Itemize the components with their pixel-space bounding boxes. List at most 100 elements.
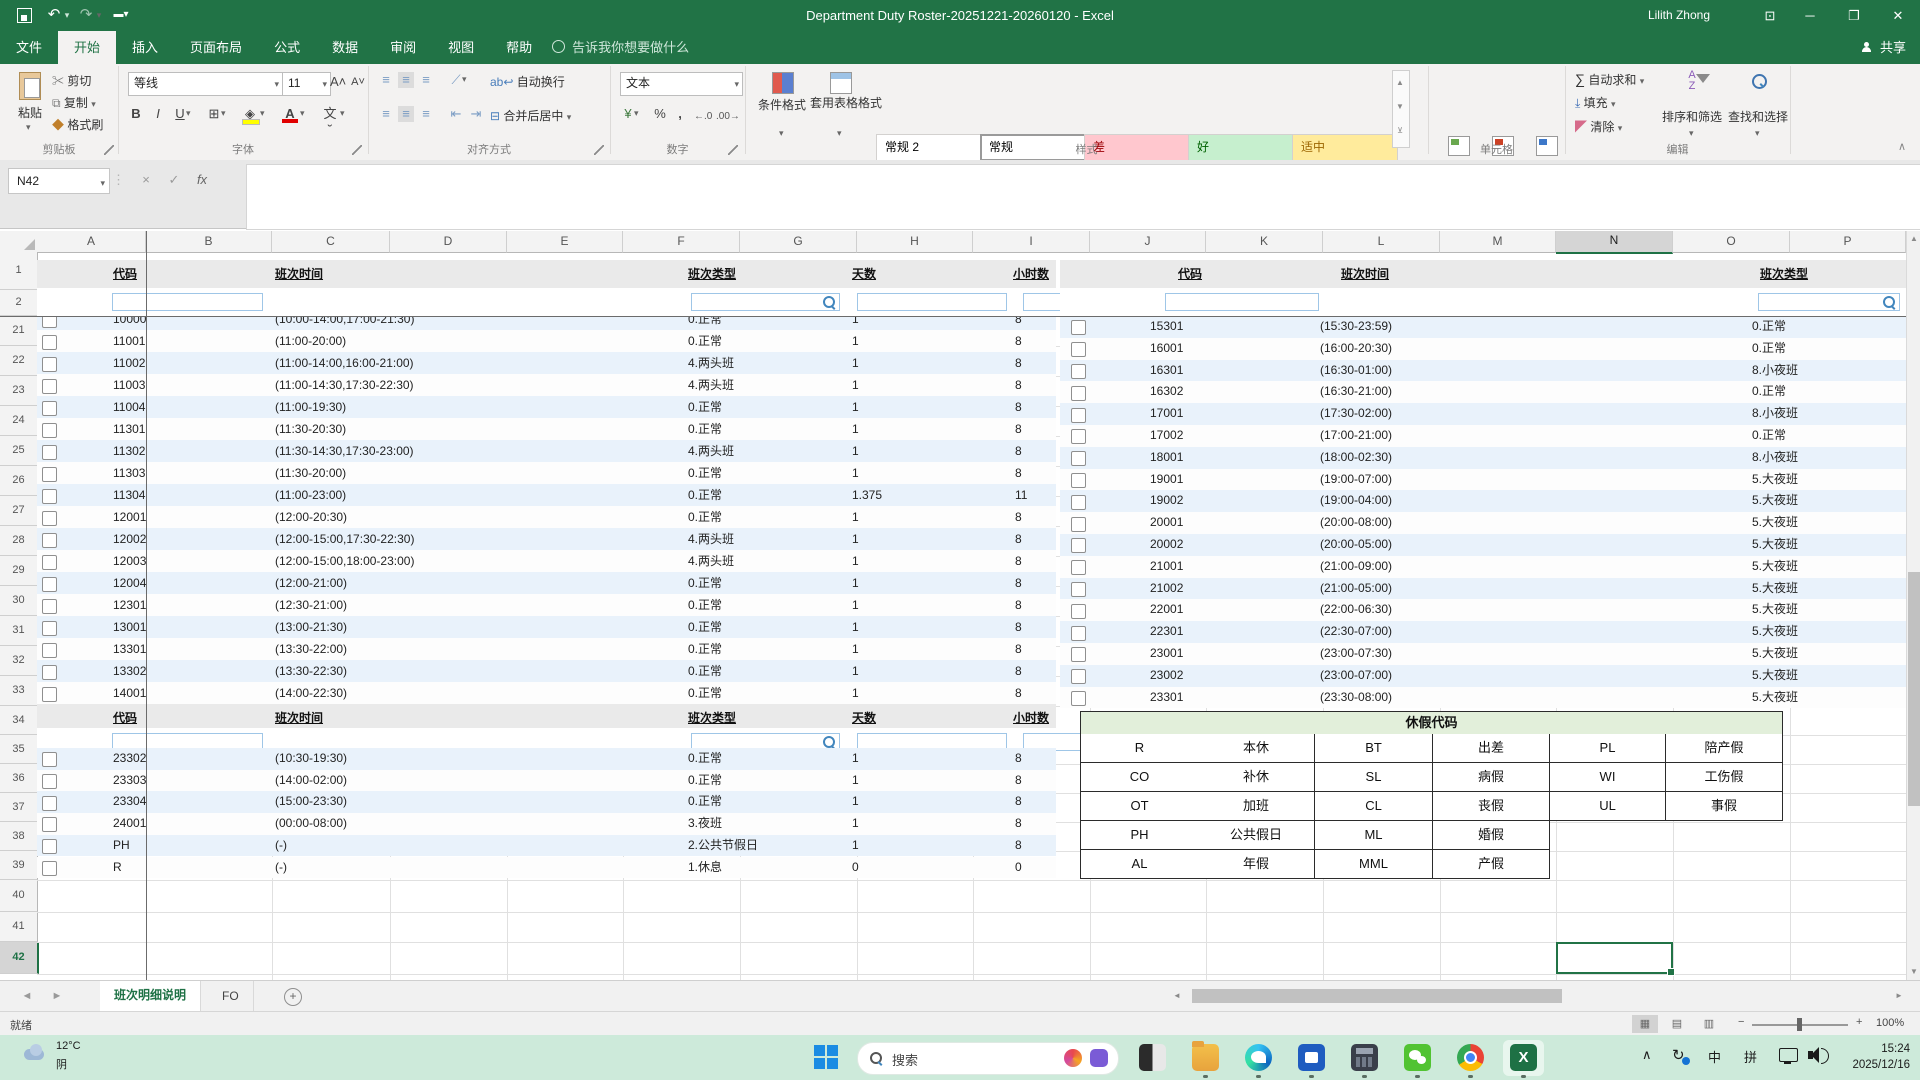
- row-header-1[interactable]: 1: [0, 252, 38, 290]
- column-header-H[interactable]: H: [857, 231, 973, 253]
- column-header-G[interactable]: G: [740, 231, 857, 253]
- row-checkbox[interactable]: [1071, 364, 1086, 379]
- row-checkbox[interactable]: [42, 423, 57, 438]
- tab-公式[interactable]: 公式: [258, 31, 316, 64]
- tell-me-box[interactable]: 告诉我你想要做什么: [548, 31, 689, 64]
- row-checkbox[interactable]: [42, 621, 57, 636]
- increase-decimal-icon[interactable]: ←.0: [694, 107, 712, 126]
- horizontal-scrollbar[interactable]: ◄ ►: [1170, 987, 1906, 1005]
- tab-页面布局[interactable]: 页面布局: [174, 31, 258, 64]
- row-checkbox[interactable]: [42, 511, 57, 526]
- font-name-select[interactable]: 等线▾: [128, 72, 283, 96]
- row-header-41[interactable]: 41: [0, 912, 38, 942]
- row-header-31[interactable]: 31: [0, 616, 38, 646]
- font-size-select[interactable]: 11▾: [282, 72, 331, 96]
- weather-condition[interactable]: 阴: [56, 1056, 67, 1072]
- column-header-P[interactable]: P: [1790, 231, 1906, 253]
- filter-input[interactable]: [691, 293, 840, 311]
- paste-button[interactable]: 粘贴 ▾: [8, 70, 52, 144]
- column-header-N[interactable]: N: [1556, 231, 1673, 254]
- fill-handle[interactable]: [1667, 968, 1675, 976]
- column-header-E[interactable]: E: [507, 231, 623, 253]
- weather-temp[interactable]: 12°C: [56, 1040, 81, 1052]
- selected-cell-N42[interactable]: [1556, 942, 1673, 974]
- bold-button[interactable]: B: [128, 106, 144, 122]
- row-checkbox[interactable]: [42, 599, 57, 614]
- row-header-24[interactable]: 24: [0, 406, 38, 436]
- taskbar-app-chrome-icon[interactable]: [1457, 1044, 1484, 1071]
- new-sheet-button[interactable]: +: [284, 988, 302, 1006]
- row-checkbox[interactable]: [42, 555, 57, 570]
- taskbar-app-edge-icon[interactable]: [1245, 1044, 1272, 1071]
- increase-font-icon[interactable]: A˄: [330, 74, 346, 90]
- account-name[interactable]: Lilith Zhong: [1648, 0, 1710, 31]
- gallery-more-icon[interactable]: ⊻: [1393, 119, 1407, 143]
- clipboard-dialog-launcher[interactable]: [104, 145, 114, 155]
- row-checkbox[interactable]: [1071, 495, 1086, 510]
- align-center-icon[interactable]: ≡: [398, 106, 414, 122]
- align-bottom-icon[interactable]: ≡: [418, 72, 434, 88]
- comma-style-icon[interactable]: ,: [672, 106, 688, 122]
- row-checkbox[interactable]: [42, 335, 57, 350]
- sheet-tab-FO[interactable]: FO: [208, 981, 254, 1011]
- row-header-30[interactable]: 30: [0, 586, 38, 616]
- tab-file[interactable]: 文件: [0, 31, 58, 64]
- zoom-in-icon[interactable]: +: [1856, 1016, 1862, 1028]
- row-header-39[interactable]: 39: [0, 851, 38, 880]
- vertical-scroll-thumb[interactable]: [1908, 572, 1920, 806]
- row-header-22[interactable]: 22: [0, 346, 38, 376]
- weather-icon[interactable]: [22, 1043, 52, 1063]
- row-header-35[interactable]: 35: [0, 735, 38, 764]
- row-checkbox[interactable]: [1071, 408, 1086, 423]
- vertical-scrollbar[interactable]: ▲ ▼: [1906, 231, 1920, 980]
- row-checkbox[interactable]: [1071, 386, 1086, 401]
- column-header-B[interactable]: B: [146, 231, 272, 253]
- formula-input[interactable]: [246, 164, 1920, 230]
- increase-indent-icon[interactable]: ⇥: [468, 106, 484, 122]
- row-checkbox[interactable]: [42, 467, 57, 482]
- taskbar-app-notebook-icon[interactable]: [1139, 1044, 1166, 1071]
- scroll-up-icon[interactable]: ▲: [1907, 231, 1920, 247]
- row-checkbox[interactable]: [42, 445, 57, 460]
- sheet-tab-班次明细说明[interactable]: 班次明细说明: [100, 981, 201, 1013]
- tray-expand-icon[interactable]: ∧: [1642, 1047, 1652, 1063]
- gallery-up-icon[interactable]: ▲: [1393, 71, 1407, 95]
- taskbar-app-store-icon[interactable]: [1298, 1044, 1325, 1071]
- taskbar-clock[interactable]: 15:24 2025/12/16: [1852, 1041, 1910, 1073]
- row-checkbox[interactable]: [42, 687, 57, 702]
- copy-button[interactable]: ⧉ 复制 ▾: [52, 94, 96, 114]
- tab-视图[interactable]: 视图: [432, 31, 490, 64]
- italic-button[interactable]: I: [150, 106, 166, 122]
- row-header-21[interactable]: 21: [0, 316, 38, 346]
- row-checkbox[interactable]: [1071, 691, 1086, 706]
- row-checkbox[interactable]: [1071, 320, 1086, 335]
- font-dialog-launcher[interactable]: [352, 145, 362, 155]
- row-header-40[interactable]: 40: [0, 880, 38, 912]
- merge-center-button[interactable]: ⊟ 合并后居中 ▾: [490, 107, 571, 127]
- row-checkbox[interactable]: [42, 861, 57, 876]
- column-header-M[interactable]: M: [1440, 231, 1556, 253]
- number-format-select[interactable]: 文本▾: [620, 72, 743, 96]
- tab-审阅[interactable]: 审阅: [374, 31, 432, 64]
- row-checkbox[interactable]: [42, 489, 57, 504]
- clear-button[interactable]: ◤ 清除 ▾: [1575, 118, 1622, 138]
- row-header-23[interactable]: 23: [0, 376, 38, 406]
- page-break-view-icon[interactable]: ▥: [1696, 1015, 1722, 1033]
- confirm-entry-icon[interactable]: ✓: [162, 168, 186, 192]
- column-header-L[interactable]: L: [1323, 231, 1440, 253]
- borders-dropdown[interactable]: ▾: [221, 108, 226, 119]
- ribbon-display-options-icon[interactable]: ⊡: [1752, 0, 1788, 31]
- row-header-38[interactable]: 38: [0, 822, 38, 851]
- page-layout-view-icon[interactable]: ▤: [1664, 1015, 1690, 1033]
- row-header-37[interactable]: 37: [0, 793, 38, 822]
- ime-language-indicator[interactable]: 中: [1708, 1047, 1721, 1066]
- column-header-K[interactable]: K: [1206, 231, 1323, 253]
- cancel-entry-icon[interactable]: ×: [134, 168, 158, 192]
- collapse-ribbon-icon[interactable]: ∧: [1894, 140, 1910, 154]
- row-checkbox[interactable]: [1071, 538, 1086, 553]
- scroll-left-icon[interactable]: ◄: [1170, 989, 1184, 1003]
- search-box[interactable]: 搜索: [857, 1042, 1119, 1075]
- minimize-button[interactable]: ─: [1788, 0, 1832, 31]
- network-icon[interactable]: [1779, 1048, 1798, 1062]
- filter-input[interactable]: [1758, 293, 1900, 311]
